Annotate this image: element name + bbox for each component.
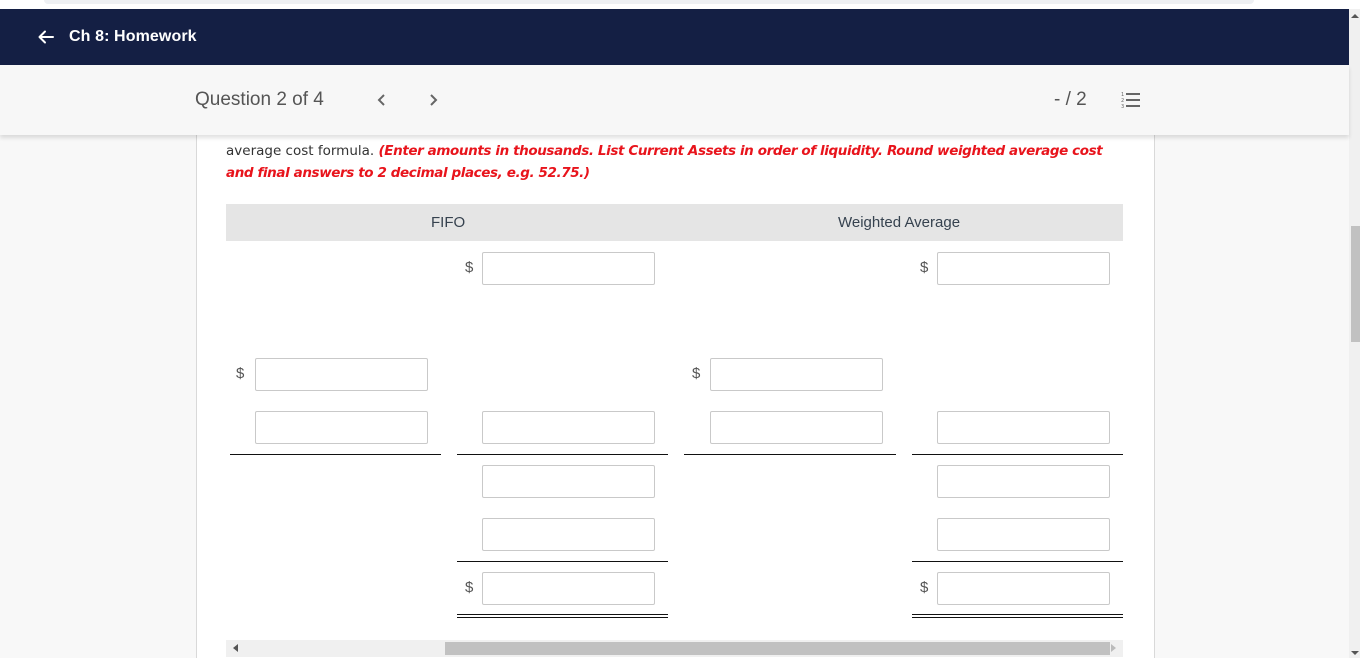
arrow-left-icon[interactable] [37, 28, 55, 46]
wa-amount-input-1[interactable] [937, 252, 1110, 285]
scrollbar-thumb[interactable] [1351, 226, 1360, 342]
double-underline [912, 614, 1123, 618]
question-nav-bar: Question 2 of 4 - / 2 1 2 3 [0, 65, 1349, 135]
address-bar-edge [44, 0, 1254, 4]
vertical-scrollbar[interactable] [1349, 9, 1360, 658]
wa-sub-input-2[interactable] [710, 411, 883, 444]
underline [457, 561, 668, 562]
double-underline [457, 614, 668, 618]
chevron-right-icon[interactable] [425, 90, 441, 110]
scroll-up-arrow-icon[interactable] [1351, 14, 1359, 18]
currency-symbol: $ [692, 365, 701, 382]
fifo-total-input[interactable] [482, 572, 655, 605]
underline [457, 454, 668, 455]
fifo-amount-input-1[interactable] [482, 252, 655, 285]
wa-amount-input-3[interactable] [937, 465, 1110, 498]
wa-sub-input-1[interactable] [710, 358, 883, 391]
chevron-left-icon[interactable] [374, 90, 390, 110]
currency-symbol: $ [465, 259, 474, 276]
underline [912, 561, 1123, 562]
numbered-list-icon[interactable]: 1 2 3 [1120, 90, 1142, 110]
currency-symbol: $ [920, 259, 929, 276]
scroll-left-arrow-icon[interactable] [233, 644, 238, 652]
column-header-fifo: FIFO [431, 214, 466, 231]
table-header: FIFO Weighted Average [226, 204, 1123, 241]
browser-top-strip [0, 0, 1360, 9]
underline [230, 454, 441, 455]
instruction-text: average cost formula. [226, 143, 375, 159]
currency-symbol: $ [920, 579, 929, 596]
underline [912, 454, 1123, 455]
fifo-amount-input-3[interactable] [482, 465, 655, 498]
wa-amount-input-2[interactable] [937, 411, 1110, 444]
app-header: Ch 8: Homework [0, 9, 1349, 65]
fifo-sub-input-1[interactable] [255, 358, 428, 391]
fifo-amount-input-4[interactable] [482, 518, 655, 551]
question-counter: Question 2 of 4 [195, 89, 324, 110]
assignment-title[interactable]: Ch 8: Homework [69, 28, 197, 46]
wa-amount-input-4[interactable] [937, 518, 1110, 551]
fifo-sub-input-2[interactable] [255, 411, 428, 444]
fifo-amount-input-2[interactable] [482, 411, 655, 444]
instructions: average cost formula. (Enter amounts in … [226, 140, 1126, 184]
scroll-down-arrow-icon[interactable] [1351, 651, 1359, 655]
currency-symbol: $ [465, 579, 474, 596]
currency-symbol: $ [236, 365, 245, 382]
svg-text:3: 3 [1121, 104, 1124, 110]
scroll-right-arrow-icon[interactable] [1111, 644, 1116, 652]
horizontal-scrollbar[interactable] [226, 640, 1123, 657]
wa-total-input[interactable] [937, 572, 1110, 605]
column-header-weighted-average: Weighted Average [838, 214, 961, 231]
scrollbar-thumb[interactable] [445, 642, 1110, 655]
score-display: - / 2 [1054, 89, 1087, 110]
underline [684, 454, 896, 455]
